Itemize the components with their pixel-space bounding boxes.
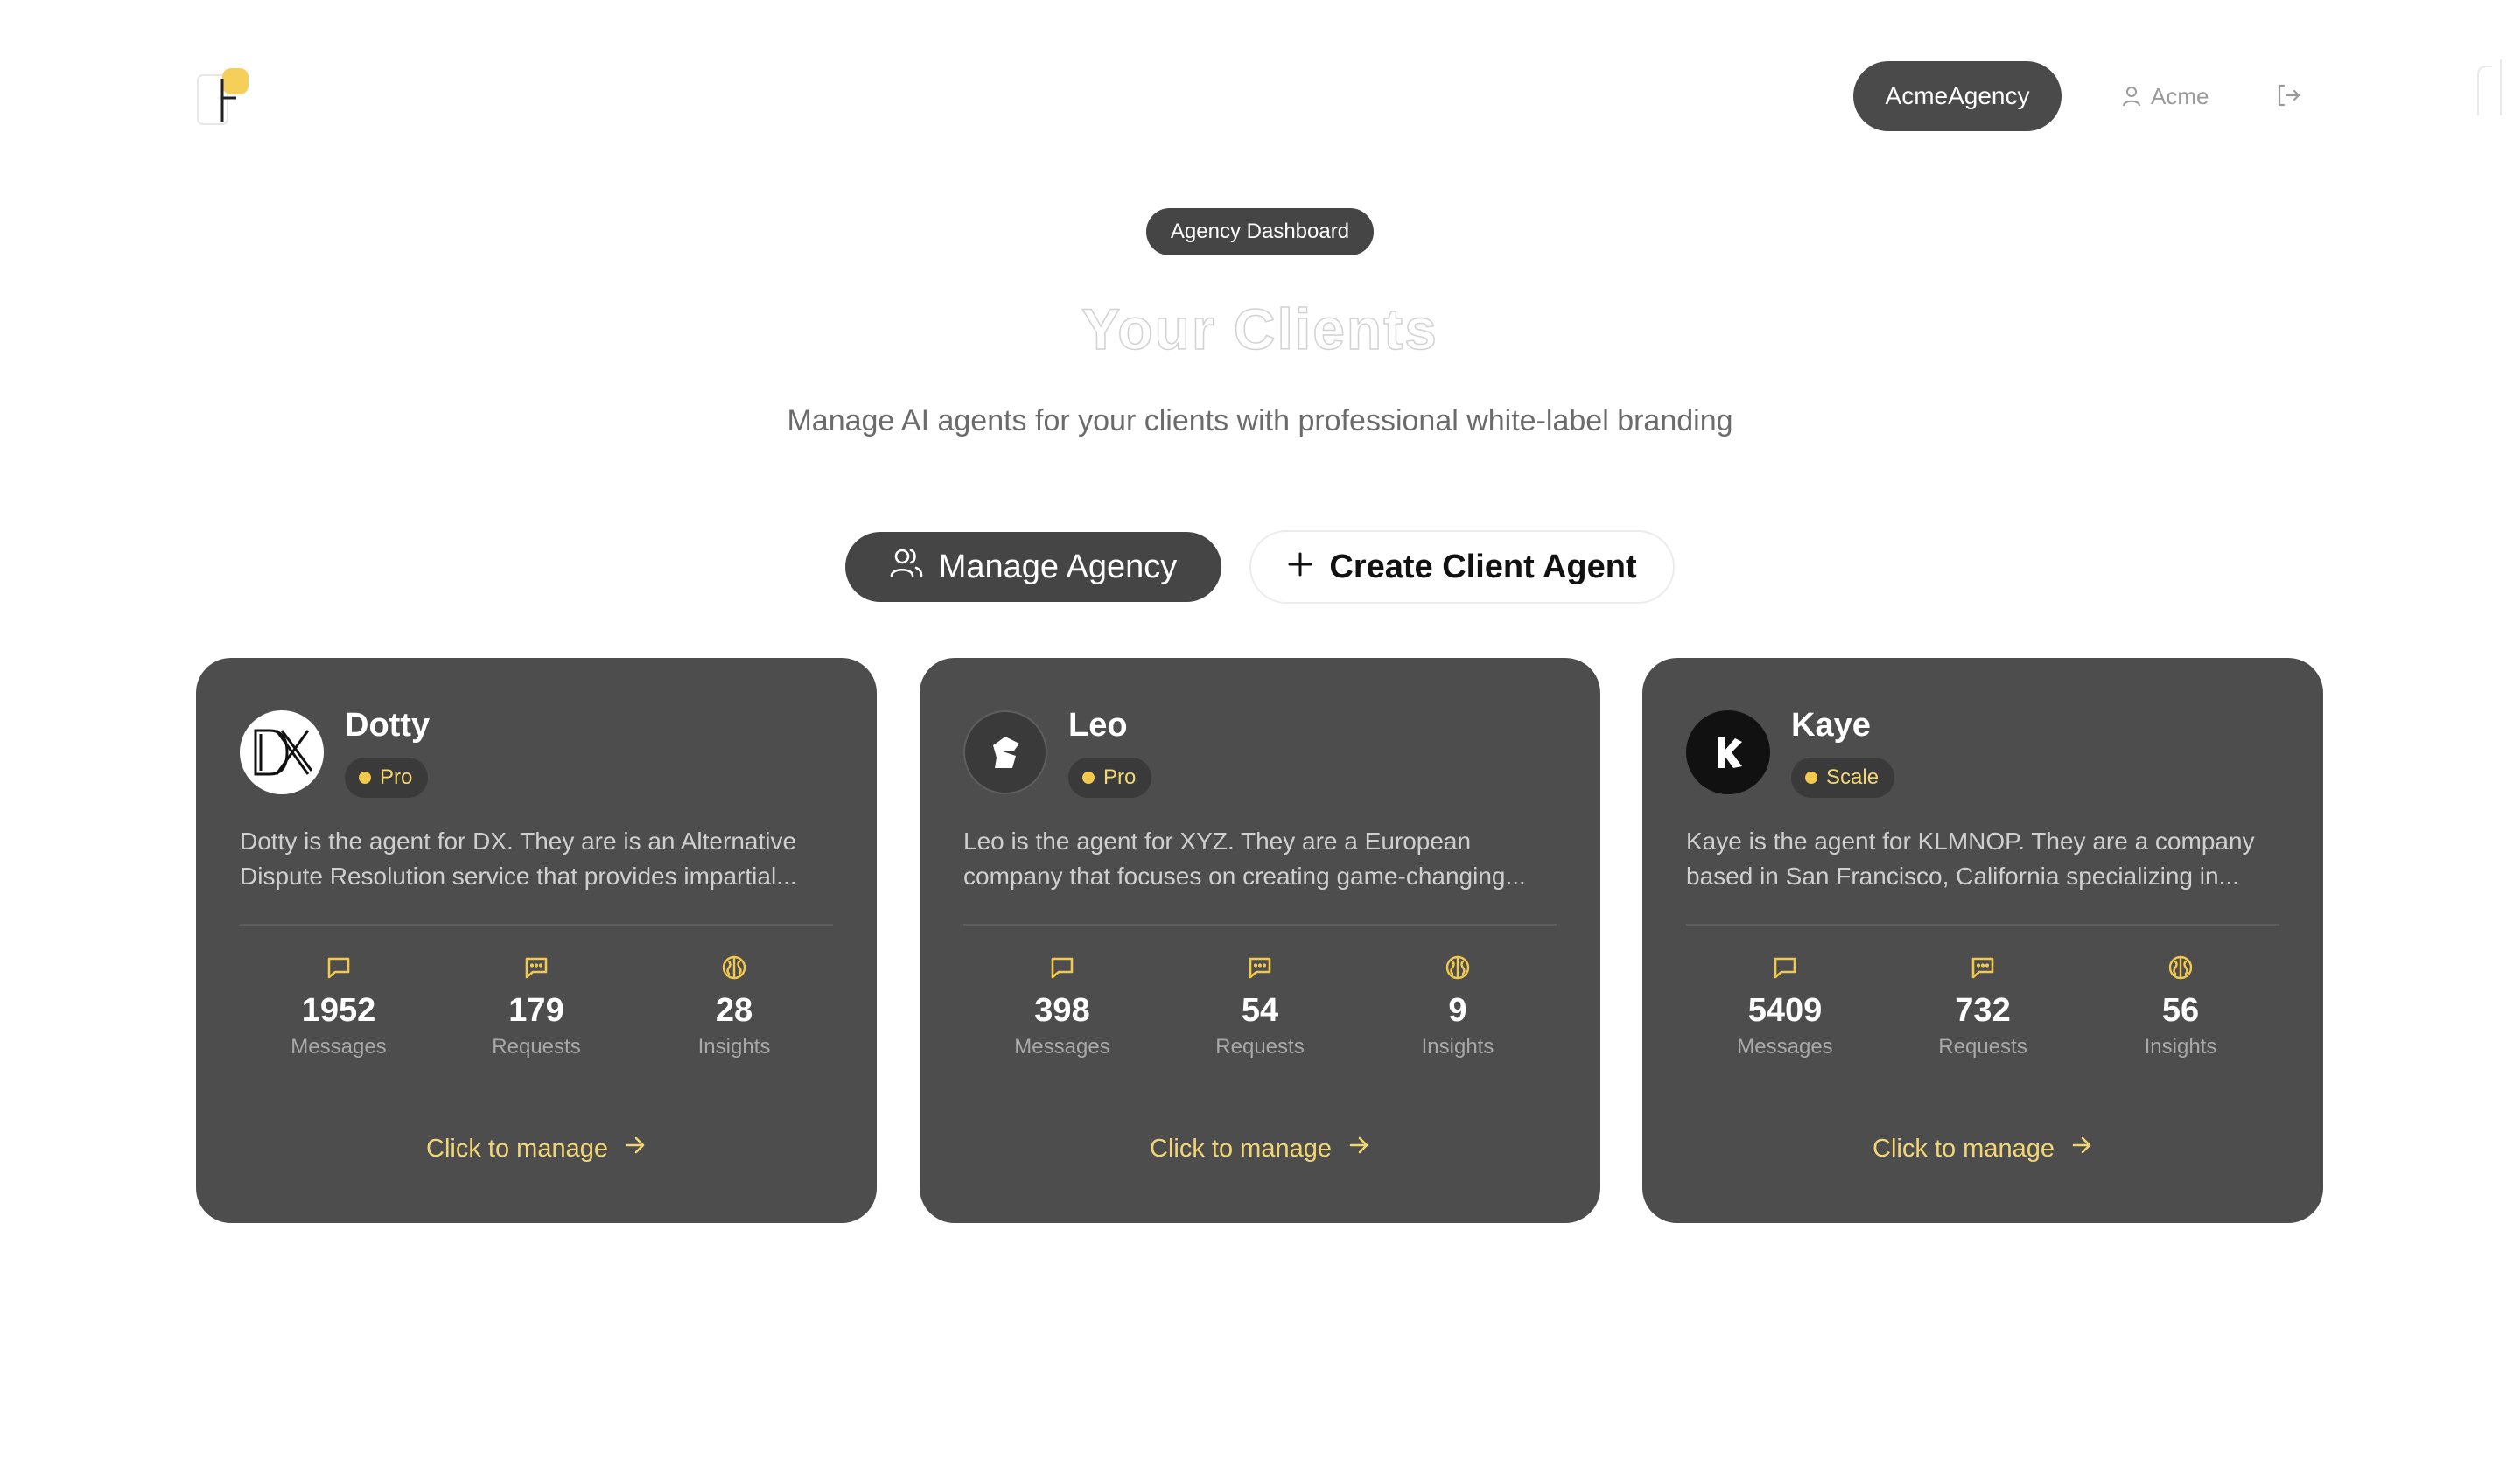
client-avatar-leo: [963, 710, 1047, 794]
plan-label: Scale: [1826, 765, 1880, 789]
client-avatar-dx: [240, 710, 324, 794]
stat-requests: 54 Requests: [1161, 952, 1359, 1074]
stat-insights: 9 Insights: [1359, 952, 1557, 1074]
manage-link-label: Click to manage: [1872, 1134, 2054, 1163]
stat-value: 54: [1241, 992, 1279, 1029]
plan-badge: Scale: [1791, 758, 1895, 798]
manage-agency-label: Manage Agency: [938, 548, 1178, 585]
stat-label: Requests: [492, 1035, 581, 1059]
brain-icon: [720, 952, 748, 983]
click-to-manage-link[interactable]: Click to manage: [920, 1134, 1600, 1164]
request-icon: [1247, 952, 1273, 983]
stat-label: Messages: [1737, 1035, 1833, 1059]
stat-insights: 28 Insights: [635, 952, 833, 1074]
logout-icon[interactable]: [2273, 80, 2303, 110]
user-name: Acme: [2151, 82, 2209, 109]
stat-value: 732: [1955, 992, 2011, 1029]
client-name: Dotty: [345, 707, 430, 744]
plan-dot: [1805, 772, 1817, 784]
plan-label: Pro: [380, 765, 413, 789]
stat-label: Insights: [1421, 1035, 1494, 1059]
arrow-right-icon: [1348, 1134, 1370, 1164]
agency-switcher-button[interactable]: AcmeAgency: [1853, 61, 2062, 131]
stat-value: 28: [715, 992, 753, 1029]
stat-value: 1952: [301, 992, 376, 1029]
message-icon: [326, 952, 352, 983]
stat-messages: 398 Messages: [963, 952, 1161, 1074]
brain-icon: [1444, 952, 1472, 983]
stat-label: Messages: [290, 1035, 387, 1059]
plan-label: Pro: [1103, 765, 1137, 789]
message-icon: [1049, 952, 1075, 983]
brand-logo[interactable]: [196, 66, 252, 126]
manage-agency-button[interactable]: Manage Agency: [845, 532, 1222, 602]
page-title: Your Clients: [1081, 296, 1438, 362]
users-icon: [890, 547, 923, 587]
request-icon: [1970, 952, 1996, 983]
brain-icon: [2166, 952, 2194, 983]
user-icon: [2121, 85, 2142, 108]
client-card-leo[interactable]: Leo Pro Leo is the agent for XYZ. They a…: [920, 658, 1600, 1223]
click-to-manage-link[interactable]: Click to manage: [196, 1134, 877, 1164]
client-avatar-k: [1686, 710, 1770, 794]
stat-value: 9: [1448, 992, 1467, 1029]
create-client-agent-button[interactable]: Create Client Agent: [1250, 530, 1675, 604]
page: AcmeAgency Acme Agency Dashboard Your Cl…: [0, 0, 2520, 1475]
user-profile-link[interactable]: Acme: [2121, 79, 2208, 114]
manage-link-label: Click to manage: [426, 1134, 608, 1163]
message-icon: [1772, 952, 1798, 983]
arrow-right-icon: [624, 1134, 647, 1164]
plan-dot: [359, 772, 371, 784]
stat-value: 5409: [1747, 992, 1823, 1029]
stat-messages: 5409 Messages: [1686, 952, 1884, 1074]
card-divider: [963, 924, 1557, 926]
page-subtitle: Manage AI agents for your clients with p…: [787, 404, 1733, 437]
client-description: Leo is the agent for XYZ. They are a Eur…: [963, 828, 1526, 890]
stat-requests: 732 Requests: [1884, 952, 2082, 1074]
plan-badge: Pro: [345, 758, 429, 798]
stat-messages: 1952 Messages: [240, 952, 438, 1074]
client-stats: 5409 Messages 732 Requests 56 Insights: [1686, 952, 2279, 1074]
request-icon: [523, 952, 550, 983]
click-to-manage-link[interactable]: Click to manage: [1642, 1134, 2323, 1164]
arrow-right-icon: [2070, 1134, 2093, 1164]
stat-value: 179: [508, 992, 564, 1029]
stat-label: Insights: [2144, 1035, 2217, 1059]
card-divider: [1686, 924, 2279, 926]
plus-icon: [1287, 549, 1313, 586]
plan-dot: [1082, 772, 1095, 784]
page-badge: Agency Dashboard: [1146, 208, 1374, 255]
create-client-agent-label: Create Client Agent: [1329, 548, 1637, 585]
stat-insights: 56 Insights: [2082, 952, 2279, 1074]
stat-value: 56: [2161, 992, 2200, 1029]
client-description: Kaye is the agent for KLMNOP. They are a…: [1686, 828, 2255, 890]
stat-requests: 179 Requests: [438, 952, 635, 1074]
client-description: Dotty is the agent for DX. They are is a…: [240, 828, 797, 890]
stat-label: Insights: [697, 1035, 771, 1059]
stat-label: Messages: [1014, 1035, 1110, 1059]
stat-label: Requests: [1938, 1035, 2027, 1059]
stat-label: Requests: [1215, 1035, 1305, 1059]
card-divider: [240, 924, 833, 926]
stat-value: 398: [1034, 992, 1090, 1029]
window-edge-decoration: [2474, 58, 2506, 119]
client-stats: 398 Messages 54 Requests 9 Insights: [963, 952, 1557, 1074]
client-card-dotty[interactable]: Dotty Pro Dotty is the agent for DX. The…: [196, 658, 877, 1223]
manage-link-label: Click to manage: [1150, 1134, 1332, 1163]
client-stats: 1952 Messages 179 Requests 28 Insights: [240, 952, 833, 1074]
client-name: Leo: [1068, 707, 1128, 744]
client-name: Kaye: [1791, 707, 1871, 744]
client-card-kaye[interactable]: Kaye Scale Kaye is the agent for KLMNOP.…: [1642, 658, 2323, 1223]
plan-badge: Pro: [1068, 758, 1152, 798]
